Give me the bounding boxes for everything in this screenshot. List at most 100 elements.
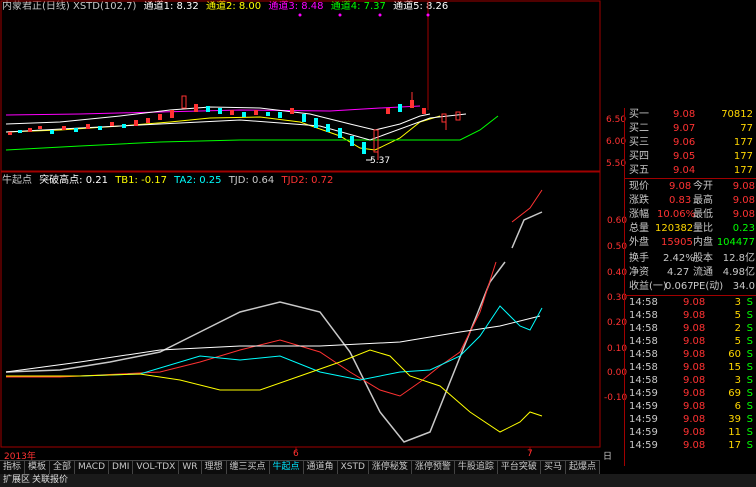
quote-label: 股本 [693, 253, 713, 264]
tab-templates[interactable]: 模板 [25, 461, 51, 474]
quote-value: 0.83 [669, 195, 692, 206]
tab-buy-horse[interactable]: 买马 [541, 461, 566, 474]
quote-label: 最高 [693, 195, 713, 206]
quote-value: 34.0 [732, 281, 755, 292]
tick-side: S [746, 388, 753, 399]
status-bar: 扩展区 关联报价 [0, 474, 756, 487]
tjd2-line-2 [511, 189, 543, 223]
order-price: 9.06 [673, 137, 696, 148]
tab-limit-up-secret[interactable]: 涨停秘笈 [369, 461, 412, 474]
tab-wr[interactable]: WR [179, 461, 202, 474]
tick-row: 14:58 9.08 3 S [625, 296, 756, 310]
tab-xstd[interactable]: XSTD [338, 461, 369, 474]
quote-row: 外盘 15905 内盘 104477 [625, 236, 756, 250]
tab-ignition-point[interactable]: 起爆点 [566, 461, 600, 474]
order-level-label: 买三 [629, 137, 649, 148]
quote-row: 现价 9.08 今开 9.08 [625, 180, 756, 194]
tick-side: S [746, 401, 753, 412]
quote-label: 今开 [693, 181, 713, 192]
tick-row: 14:58 9.08 2 S [625, 322, 756, 336]
linked-quote-button[interactable]: 关联报价 [32, 474, 68, 487]
quote-value: 12.8亿 [722, 253, 755, 264]
quote-row: 换手 2.42% 股本 12.8亿 [625, 252, 756, 266]
quote-value: 9.08 [732, 195, 755, 206]
tick-row: 14:59 9.08 17 S [625, 439, 756, 453]
tick-row: 14:59 9.08 39 S [625, 413, 756, 427]
quote-label: 换手 [629, 253, 649, 264]
date-label-june: 6 [293, 449, 299, 459]
tab-all[interactable]: 全部 [50, 461, 76, 474]
quote-row: 涨跌 0.83 最高 9.08 [625, 194, 756, 208]
tab-dmi[interactable]: DMI [109, 461, 134, 474]
order-price: 9.07 [673, 123, 696, 134]
tab-limit-up-alert[interactable]: 涨停预警 [412, 461, 455, 474]
tick-price: 9.08 [683, 440, 706, 451]
tick-time: 14:59 [629, 401, 658, 412]
order-volume: 70812 [721, 109, 753, 120]
tick-row: 14:58 9.08 3 S [625, 374, 756, 388]
extension-area-button[interactable]: 扩展区 [3, 474, 30, 487]
quote-row: 涨幅 10.06% 最低 9.08 [625, 208, 756, 222]
quote-label: 净资 [629, 267, 649, 278]
tick-side: S [746, 310, 753, 321]
quote-label: 收益(一) [629, 281, 667, 292]
quote-row: 总量 120382 量比 0.23 [625, 222, 756, 236]
quote-value: 10.06% [657, 209, 696, 220]
date-label-july: 7 [527, 449, 533, 459]
tab-bull-start[interactable]: 牛起点 [270, 461, 304, 474]
quote-value: 0.23 [732, 223, 755, 234]
tick-side: S [746, 362, 753, 373]
signal-markers [298, 13, 430, 17]
order-book-row: 买五 9.04 177 [625, 164, 756, 178]
tab-channel-angle[interactable]: 通道角 [304, 461, 338, 474]
tick-price: 9.08 [683, 297, 706, 308]
order-level-label: 买一 [629, 109, 649, 120]
tick-time: 14:58 [629, 336, 658, 347]
tab-macd[interactable]: MACD [75, 461, 110, 474]
tick-side: S [746, 375, 753, 386]
quote-value: 120382 [655, 223, 694, 234]
quote-value: 4.27 [667, 267, 690, 278]
quote-label: 流通 [693, 267, 713, 278]
tick-side: S [746, 336, 753, 347]
tick-side: S [746, 414, 753, 425]
breakout-line [5, 315, 541, 373]
order-level-label: 买五 [629, 165, 649, 176]
tick-volume: 15 [728, 362, 741, 373]
period-corner-label[interactable]: 日 [603, 449, 612, 462]
quote-label: 总量 [629, 223, 649, 234]
order-volume: 77 [740, 123, 753, 134]
quote-value: 9.08 [669, 181, 692, 192]
tb1-line [6, 349, 543, 433]
tick-time: 14:58 [629, 375, 658, 386]
tick-time: 14:59 [629, 440, 658, 451]
tick-price: 9.08 [683, 401, 706, 412]
tick-list[interactable]: 14:58 9.08 3 S 14:58 9.08 5 S 14:58 9.08… [624, 295, 756, 466]
quote-panel: 现价 9.08 今开 9.08 涨跌 0.83 最高 9.08 涨幅 10.06… [624, 178, 756, 296]
quote-row: 净资 4.27 流通 4.98亿 [625, 266, 756, 280]
tick-price: 9.08 [683, 427, 706, 438]
chart-canvas[interactable] [0, 0, 624, 460]
quote-value: 104477 [716, 237, 755, 248]
tick-row: 14:58 9.08 15 S [625, 361, 756, 375]
tick-side: S [746, 323, 753, 334]
order-book-row: 买二 9.07 77 [625, 122, 756, 136]
tab-bull-stock-track[interactable]: 牛股追踪 [455, 461, 498, 474]
order-volume: 177 [733, 137, 753, 148]
order-volume: 177 [733, 151, 753, 162]
order-price: 9.05 [673, 151, 696, 162]
tjd-line-2 [511, 211, 543, 249]
tab-platform-breakout[interactable]: 平台突破 [498, 461, 541, 474]
tab-chan-third-buy[interactable]: 缠三买点 [227, 461, 270, 474]
quote-row: 收益(一) 0.067 PE(动) 34.0 [625, 280, 756, 294]
tick-price: 9.08 [683, 336, 706, 347]
quote-label: 最低 [693, 209, 713, 220]
tick-row: 14:58 9.08 5 S [625, 309, 756, 323]
tab-ideal[interactable]: 理想 [202, 461, 227, 474]
tab-vol-tdx[interactable]: VOL-TDX [133, 461, 180, 474]
tick-volume: 60 [728, 349, 741, 360]
order-book-row: 买一 9.08 70812 [625, 108, 756, 122]
tab-indicators[interactable]: 指标 [0, 461, 26, 474]
tjd-line [5, 261, 506, 443]
tick-time: 14:58 [629, 349, 658, 360]
